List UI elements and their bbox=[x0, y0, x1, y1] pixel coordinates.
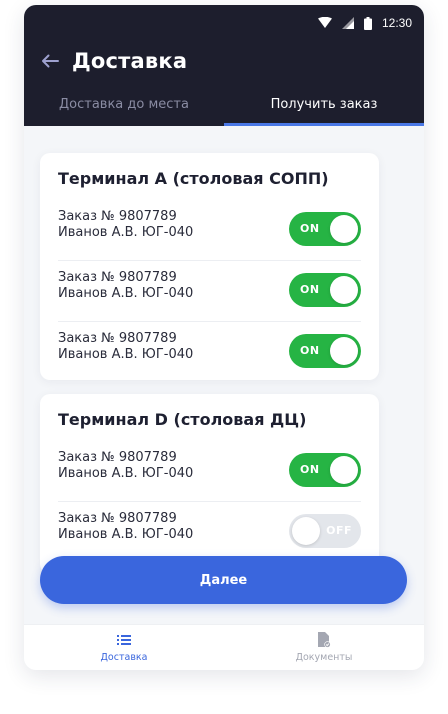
order-toggle[interactable]: ON bbox=[289, 273, 361, 307]
order-info: Заказ № 9807789 Иванов А.В. ЮГ-040 bbox=[58, 270, 193, 302]
status-bar: 12:30 bbox=[317, 14, 412, 32]
toggle-label: ON bbox=[300, 283, 320, 296]
terminal-title: Терминал А (столовая СОПП) bbox=[58, 169, 329, 188]
bottom-nav-label: Доставка bbox=[100, 652, 148, 663]
terminal-card: Терминал А (столовая СОПП) Заказ № 98077… bbox=[40, 153, 379, 380]
tab-bar: Доставка до места Получить заказ bbox=[24, 82, 424, 126]
order-toggle[interactable]: OFF bbox=[289, 514, 361, 548]
order-customer: Иванов А.В. ЮГ-040 bbox=[58, 347, 194, 362]
order-info: Заказ № 9807789 Иванов А.В. ЮГ-040 bbox=[58, 209, 193, 241]
order-number: Заказ № 9807789 bbox=[58, 450, 177, 465]
order-row: Заказ № 9807789 Иванов А.В. ЮГ-040 ON bbox=[58, 261, 361, 322]
order-row: Заказ № 9807789 Иванов А.В. ЮГ-040 ON bbox=[58, 200, 361, 261]
order-toggle[interactable]: ON bbox=[289, 453, 361, 487]
bottom-nav-label: Документы bbox=[295, 652, 353, 663]
order-toggle[interactable]: ON bbox=[289, 334, 361, 368]
toggle-knob bbox=[330, 215, 358, 243]
status-time: 12:30 bbox=[381, 16, 412, 30]
order-number: Заказ № 9807789 bbox=[58, 331, 177, 346]
tab-receive-order[interactable]: Получить заказ bbox=[224, 82, 424, 126]
toggle-label: ON bbox=[300, 463, 320, 476]
order-customer: Иванов А.В. ЮГ-040 bbox=[58, 527, 194, 542]
signal-icon bbox=[341, 17, 354, 29]
order-info: Заказ № 9807789 Иванов А.В. ЮГ-040 bbox=[58, 511, 193, 543]
bottom-nav-documents[interactable]: Документы bbox=[224, 625, 424, 670]
order-info: Заказ № 9807789 Иванов А.В. ЮГ-040 bbox=[58, 450, 193, 482]
toggle-label: ON bbox=[300, 344, 320, 357]
toggle-knob bbox=[330, 456, 358, 484]
header-nav-row: Доставка bbox=[38, 46, 187, 76]
next-button[interactable]: Далее bbox=[40, 556, 407, 604]
toggle-knob bbox=[330, 337, 358, 365]
bottom-navigation: Доставка Документы bbox=[24, 624, 424, 670]
order-info: Заказ № 9807789 Иванов А.В. ЮГ-040 bbox=[58, 331, 193, 363]
toggle-label: OFF bbox=[326, 524, 352, 537]
order-toggle[interactable]: ON bbox=[289, 212, 361, 246]
document-check-icon bbox=[317, 632, 331, 648]
order-number: Заказ № 9807789 bbox=[58, 270, 177, 285]
terminal-title: Терминал D (столовая ДЦ) bbox=[58, 410, 307, 429]
order-customer: Иванов А.В. ЮГ-040 bbox=[58, 286, 194, 301]
terminal-card: Терминал D (столовая ДЦ) Заказ № 9807789… bbox=[40, 394, 379, 574]
toggle-knob bbox=[292, 517, 320, 545]
bottom-nav-delivery[interactable]: Доставка bbox=[24, 625, 224, 670]
battery-icon bbox=[363, 16, 372, 30]
back-arrow-icon[interactable] bbox=[38, 49, 62, 73]
order-customer: Иванов А.В. ЮГ-040 bbox=[58, 225, 194, 240]
order-row: Заказ № 9807789 Иванов А.В. ЮГ-040 OFF bbox=[58, 502, 361, 563]
page-title: Доставка bbox=[72, 49, 188, 73]
list-icon bbox=[117, 632, 131, 648]
toggle-label: ON bbox=[300, 222, 320, 235]
toggle-knob bbox=[330, 276, 358, 304]
order-row: Заказ № 9807789 Иванов А.В. ЮГ-040 ON bbox=[58, 441, 361, 502]
order-number: Заказ № 9807789 bbox=[58, 511, 177, 526]
phone-screen: 12:30 Доставка Доставка до места Получит… bbox=[24, 5, 424, 670]
wifi-icon bbox=[317, 17, 332, 29]
order-row: Заказ № 9807789 Иванов А.В. ЮГ-040 ON bbox=[58, 322, 361, 383]
order-customer: Иванов А.В. ЮГ-040 bbox=[58, 466, 194, 481]
app-header: 12:30 Доставка Доставка до места Получит… bbox=[24, 5, 424, 126]
order-number: Заказ № 9807789 bbox=[58, 209, 177, 224]
tab-delivery-to-place[interactable]: Доставка до места bbox=[24, 82, 224, 126]
